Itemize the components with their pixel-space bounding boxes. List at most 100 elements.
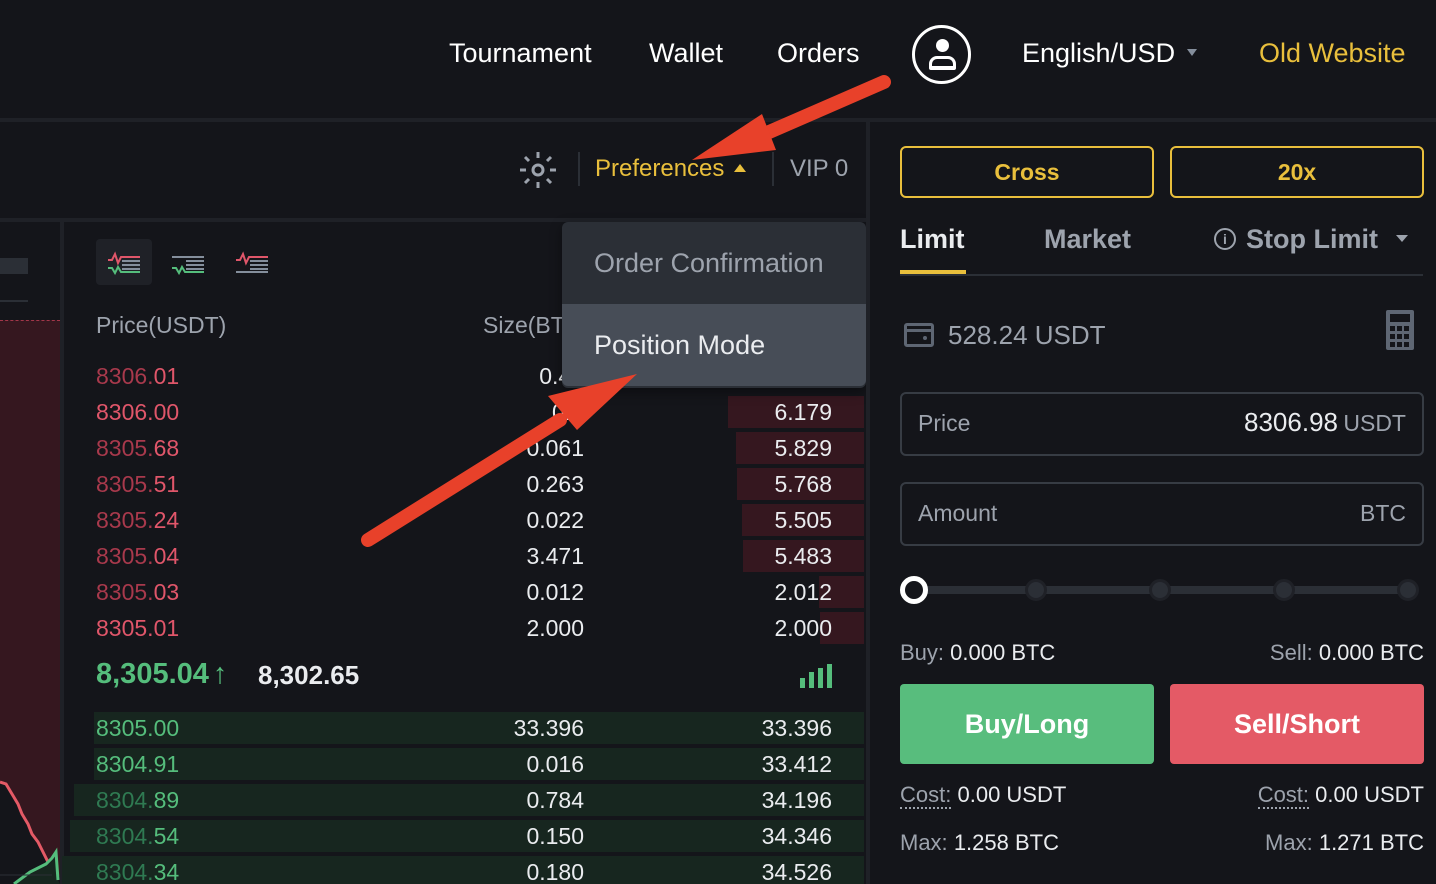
orderbook-bids-icon (172, 256, 204, 276)
signal-strength-icon (800, 662, 834, 688)
row-price: 8305.68 (96, 435, 180, 461)
slider-node-25[interactable] (1025, 579, 1047, 601)
bid-row[interactable]: 8304.89 0.784 34.196 (64, 784, 866, 816)
row-price: 8305.51 (96, 471, 180, 497)
row-size: 0.180 (526, 859, 584, 884)
sun-icon[interactable] (518, 150, 558, 190)
sell-cost-info: Cost: 0.00 USDT (1257, 782, 1424, 809)
slider-thumb[interactable] (900, 576, 928, 604)
language-currency-select[interactable]: English/USD (1022, 38, 1198, 69)
chevron-down-icon (1395, 235, 1408, 243)
cost-tooltip-trigger[interactable]: Cost: (900, 782, 952, 809)
row-total: 2.000 (774, 615, 832, 641)
depth-chart[interactable] (0, 222, 60, 884)
view-asks-button[interactable] (224, 239, 280, 285)
vip-level: VIP 0 (790, 155, 849, 182)
bid-row[interactable]: 8305.00 33.396 33.396 (64, 712, 866, 744)
ask-row[interactable]: 8305.24 0.022 5.505 (64, 504, 866, 536)
preferences-dropdown[interactable]: Preferences (595, 155, 747, 183)
row-total: 33.396 (761, 715, 832, 741)
row-size: 0.022 (526, 507, 584, 533)
buy-amount-info: Buy: 0.000 BTC (900, 640, 1056, 665)
slider-node-75[interactable] (1273, 579, 1295, 601)
order-entry-panel: Cross 20x Limit Market i Stop Limit 528.2… (870, 122, 1436, 884)
nav-tournament[interactable]: Tournament (449, 38, 592, 69)
chevron-down-icon (1187, 49, 1198, 57)
slider-node-100[interactable] (1397, 579, 1419, 601)
depth-bar (70, 820, 864, 852)
amount-slider[interactable] (900, 576, 1424, 604)
row-price: 8304.34 (96, 859, 180, 884)
ask-row[interactable]: 8305.04 3.471 5.483 (64, 540, 866, 572)
ask-row[interactable]: 8305.03 0.012 2.012 (64, 576, 866, 608)
wallet-icon (904, 323, 934, 348)
row-price: 8304.91 (96, 751, 180, 777)
orderbook-asks-icon (236, 251, 268, 273)
bid-row[interactable]: 8304.54 0.150 34.346 (64, 820, 866, 852)
info-icon[interactable]: i (1214, 227, 1236, 250)
row-total: 33.412 (761, 751, 832, 777)
row-total: 5.483 (774, 543, 832, 569)
row-size: 2.000 (526, 615, 584, 641)
stop-limit-label: Stop Limit (1246, 224, 1378, 254)
user-account-icon[interactable] (912, 25, 971, 84)
row-price: 8305.00 (96, 715, 180, 741)
price-input[interactable]: Price 8306.98 USDT (900, 392, 1424, 456)
row-total: 34.346 (761, 823, 832, 849)
row-price: 8306.01 (96, 363, 180, 389)
row-price: 8305.01 (96, 615, 180, 641)
tab-limit[interactable]: Limit (900, 224, 965, 255)
nav-wallet[interactable]: Wallet (649, 38, 723, 69)
buy-max-info: Max: 1.258 BTC (900, 830, 1059, 855)
ask-row[interactable]: 8305.01 2.000 2.000 (64, 612, 866, 644)
sell-short-button[interactable]: Sell/Short (1170, 684, 1424, 764)
buy-long-button[interactable]: Buy/Long (900, 684, 1154, 764)
last-price[interactable]: 8,305.04 ↑ (96, 658, 231, 691)
active-tab-indicator (900, 270, 966, 274)
view-bids-button[interactable] (160, 239, 216, 285)
menu-item-position-mode[interactable]: Position Mode (562, 304, 866, 386)
depth-bar (94, 748, 864, 780)
calculator-icon[interactable] (1386, 310, 1414, 350)
row-total: 34.196 (761, 787, 832, 813)
margin-mode-button[interactable]: Cross (900, 146, 1154, 198)
slider-node-50[interactable] (1149, 579, 1171, 601)
ask-row[interactable]: 8305.51 0.263 5.768 (64, 468, 866, 500)
row-price: 8305.03 (96, 579, 180, 605)
cost-tooltip-trigger[interactable]: Cost: (1257, 782, 1310, 809)
row-total: 5.829 (774, 435, 832, 461)
chart-control (0, 258, 28, 274)
ask-row[interactable]: 8305.68 0.061 5.829 (64, 432, 866, 464)
leverage-button[interactable]: 20x (1170, 146, 1424, 198)
arrow-up-icon: ↑ (212, 658, 228, 690)
amount-label: Amount (918, 500, 998, 526)
tab-stop-limit[interactable]: i Stop Limit (1214, 224, 1408, 255)
depth-curve (0, 780, 60, 884)
price-value: 8306.98 (1244, 407, 1338, 437)
sell-amount-info: Sell: 0.000 BTC (1269, 640, 1424, 665)
tab-divider (900, 274, 1423, 276)
tab-market[interactable]: Market (1044, 224, 1131, 255)
row-price: 8304.54 (96, 823, 180, 849)
ask-row[interactable]: 8306.00 0.3 6.179 (64, 396, 866, 428)
nav-orders[interactable]: Orders (777, 38, 860, 69)
row-size: 0.016 (526, 751, 584, 777)
orderbook-both-icon (108, 251, 140, 276)
bid-row[interactable]: 8304.34 0.180 34.526 (62, 856, 866, 884)
row-total: 2.012 (774, 579, 832, 605)
old-website-link[interactable]: Old Website (1259, 38, 1406, 69)
caret-up-icon (734, 163, 747, 172)
row-size: 33.396 (513, 715, 584, 741)
amount-unit: BTC (1360, 500, 1406, 526)
menu-item-order-confirmation[interactable]: Order Confirmation (562, 222, 866, 304)
row-size: 3.471 (526, 543, 584, 569)
amount-input[interactable]: Amount BTC (900, 482, 1424, 546)
row-size: 0.263 (526, 471, 584, 497)
avatar-body (929, 56, 956, 70)
row-total: 5.768 (774, 471, 832, 497)
price-label: Price (918, 410, 971, 436)
row-total: 34.526 (761, 859, 832, 884)
mark-price: 8,302.65 (258, 660, 360, 690)
bid-row[interactable]: 8304.91 0.016 33.412 (64, 748, 866, 780)
view-both-sides-button[interactable] (96, 239, 152, 285)
